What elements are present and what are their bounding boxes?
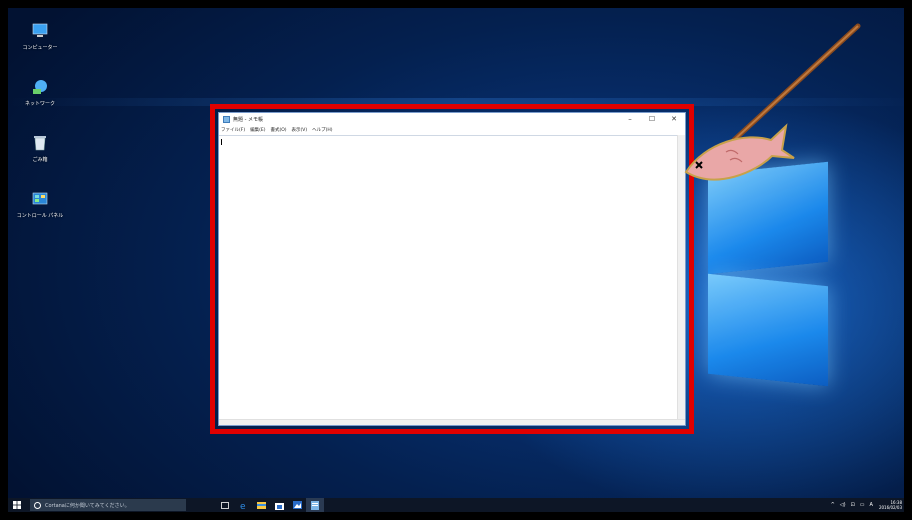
screen: コンピューター ネットワーク ごみ箱 コントロール パネル 無題 - メモ帳 –… <box>8 8 904 512</box>
clock-date: 2016/02/03 <box>878 505 902 510</box>
notepad-icon <box>311 500 319 510</box>
show-hidden-icons-button[interactable]: ^ <box>831 502 835 508</box>
ime-mode-indicator[interactable]: A <box>870 502 873 508</box>
system-tray: ^ ◁) ⊡ ▭ A 16:38 2016/02/03 <box>826 498 902 512</box>
desktop-icon-label: コントロール パネル <box>16 213 64 219</box>
search-placeholder: Cortanaに何か聞いてみてください。 <box>45 502 130 509</box>
store-button[interactable] <box>270 498 288 512</box>
start-button[interactable] <box>10 498 24 512</box>
taskbar: Cortanaに何か聞いてみてください。 e ^ ◁) ⊡ ▭ A 16:38 … <box>8 498 904 512</box>
desktop-icon-label: ごみ箱 <box>32 157 48 163</box>
network-icon[interactable]: ⊡ <box>851 502 855 508</box>
desktop-icon-recycle-bin[interactable]: ごみ箱 <box>12 130 68 182</box>
edge-button[interactable]: e <box>234 498 252 512</box>
windows-logo <box>698 161 898 398</box>
photos-button[interactable] <box>288 498 306 512</box>
file-explorer-icon <box>256 502 266 509</box>
volume-icon[interactable]: ◁) <box>840 502 846 508</box>
desktop-icon-control-panel[interactable]: コントロール パネル <box>12 186 68 238</box>
windows-start-icon <box>13 501 21 509</box>
cortana-search-box[interactable]: Cortanaに何か聞いてみてください。 <box>30 499 186 511</box>
store-icon <box>274 502 284 510</box>
touch-keyboard-icon[interactable]: ▭ <box>860 502 865 508</box>
clock[interactable]: 16:38 2016/02/03 <box>879 500 902 510</box>
control-panel-icon <box>32 192 48 205</box>
desktop-icon-label: コンピューター <box>22 45 58 51</box>
photos-icon <box>292 501 302 509</box>
network-icon <box>33 80 47 94</box>
recycle-bin-icon <box>34 136 46 151</box>
edge-icon: e <box>240 502 246 510</box>
task-view-button[interactable] <box>216 498 234 512</box>
computer-icon <box>32 23 48 37</box>
desktop-icon-network[interactable]: ネットワーク <box>12 74 68 126</box>
fish-cursor-icon <box>684 23 861 181</box>
svg-text:e: e <box>240 502 246 510</box>
notepad-taskbar-button[interactable] <box>306 498 324 512</box>
task-view-icon <box>221 501 229 509</box>
cortana-icon <box>34 501 41 509</box>
desktop-icon-label: ネットワーク <box>24 101 55 107</box>
highlight-box <box>210 104 694 434</box>
desktop-icons: コンピューター ネットワーク ごみ箱 コントロール パネル <box>12 18 72 242</box>
desktop-icon-computer[interactable]: コンピューター <box>12 18 68 70</box>
file-explorer-button[interactable] <box>252 498 270 512</box>
logo-pane-bottom <box>708 273 828 387</box>
pinned-apps: e <box>216 498 324 512</box>
